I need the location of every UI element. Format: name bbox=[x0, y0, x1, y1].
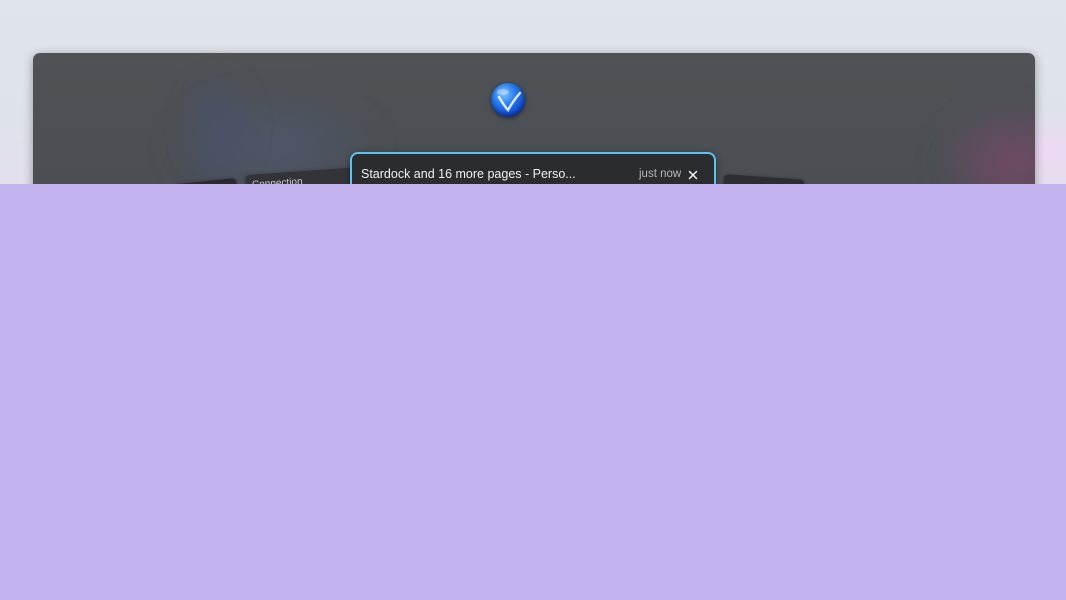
close-icon bbox=[688, 170, 698, 180]
desktop-background: Connection Stardock and 16 more pages - … bbox=[0, 0, 1066, 600]
panel-blur-left-accent bbox=[193, 83, 243, 173]
focused-window-timestamp: just now bbox=[639, 168, 682, 180]
close-window-button[interactable] bbox=[685, 167, 701, 183]
focused-window-title: Stardock and 16 more pages - Perso... bbox=[361, 167, 576, 181]
lower-overlay-area bbox=[0, 184, 1066, 600]
globe-logo-icon bbox=[491, 83, 525, 117]
